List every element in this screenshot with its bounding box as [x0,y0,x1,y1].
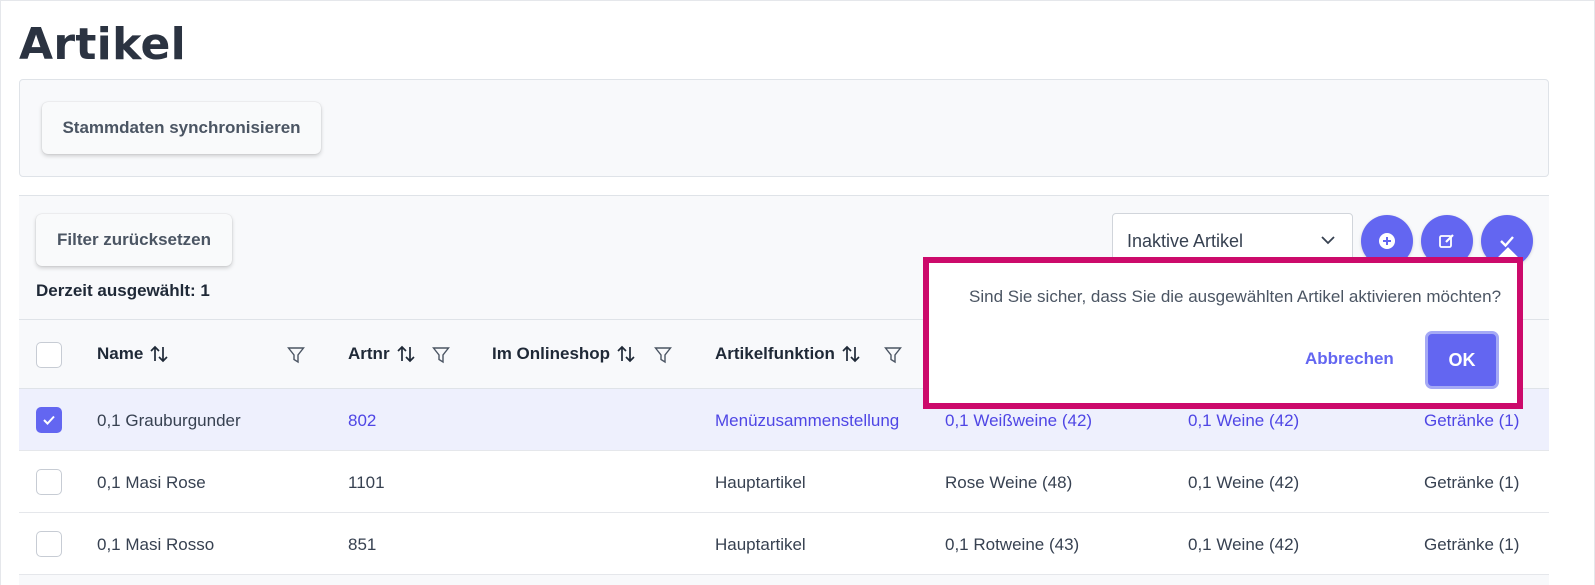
sync-master-data-button[interactable]: Stammdaten synchronisieren [42,102,321,154]
cell-kategorie: Getränke (1) [1424,473,1520,492]
cell-artikelfunktion-link[interactable]: Menüzusammenstellung [715,411,899,431]
cell-gruppe-link[interactable]: 0,1 Weißweine (42) [945,411,1092,431]
column-header-artnr[interactable]: Artnr [348,344,416,364]
cell-artnr: 851 [348,535,377,554]
chevron-down-icon [1321,236,1335,245]
cell-name: 0,1 Masi Rosso [97,535,215,554]
sync-panel: Stammdaten synchronisieren [19,79,1549,177]
cell-artikelfunktion: Hauptartikel [715,473,806,492]
cell-gruppe: 0,1 Rotweine (43) [945,535,1080,554]
reset-filter-button[interactable]: Filter zurücksetzen [36,214,232,266]
cell-artnr-link[interactable]: 802 [348,411,376,431]
page: Artikel Stammdaten synchronisieren Filte… [0,0,1595,585]
cell-name: 0,1 Masi Rose [97,473,206,492]
confirm-message: Sind Sie sicher, dass Sie die ausgewählt… [969,287,1502,306]
row-checkbox[interactable] [36,531,62,557]
check-icon [43,415,55,425]
cell-kategorie-link[interactable]: Getränke (1) [1424,411,1519,431]
table-row[interactable]: 0,1 Masi Rosso 851 Hauptartikel 0,1 Rotw… [19,513,1549,575]
cell-obergruppe-link[interactable]: 0,1 Weine (42) [1188,411,1299,431]
plus-circle-icon [1379,233,1395,249]
filter-icon[interactable] [287,346,305,364]
select-all-checkbox[interactable] [36,342,62,368]
table-row[interactable]: 0,1 Masi Rose 1101 Hauptartikel Rose Wei… [19,451,1549,513]
selection-count: Derzeit ausgewählt: 1 [36,281,210,300]
sort-icon[interactable] [396,344,416,364]
sort-icon[interactable] [149,344,169,364]
column-header-onlineshop[interactable]: Im Onlineshop [492,344,636,364]
status-select-value: Inaktive Artikel [1127,230,1244,251]
cell-obergruppe: 0,1 Weine (42) [1188,535,1300,554]
cancel-button[interactable]: Abbrechen [1305,349,1394,369]
sort-icon[interactable] [616,344,636,364]
ok-button[interactable]: OK [1425,331,1499,389]
row-checkbox[interactable] [36,407,62,433]
row-checkbox[interactable] [36,469,62,495]
cell-artnr: 1101 [348,473,385,492]
cell-name: 0,1 Grauburgunder [97,411,241,430]
cell-kategorie: Getränke (1) [1424,535,1520,554]
page-title: Artikel [19,19,186,70]
sort-icon[interactable] [841,344,861,364]
edit-icon [1439,234,1454,248]
filter-icon[interactable] [884,346,902,364]
cell-obergruppe: 0,1 Weine (42) [1188,473,1300,492]
confirm-popup: Sind Sie sicher, dass Sie die ausgewählt… [923,257,1523,409]
column-header-artikelfunktion[interactable]: Artikelfunktion [715,344,861,364]
cell-artikelfunktion: Hauptartikel [715,535,806,554]
filter-icon[interactable] [654,346,672,364]
cell-gruppe: Rose Weine (48) [945,473,1073,492]
column-header-name[interactable]: Name [97,344,169,364]
filter-icon[interactable] [432,346,450,364]
